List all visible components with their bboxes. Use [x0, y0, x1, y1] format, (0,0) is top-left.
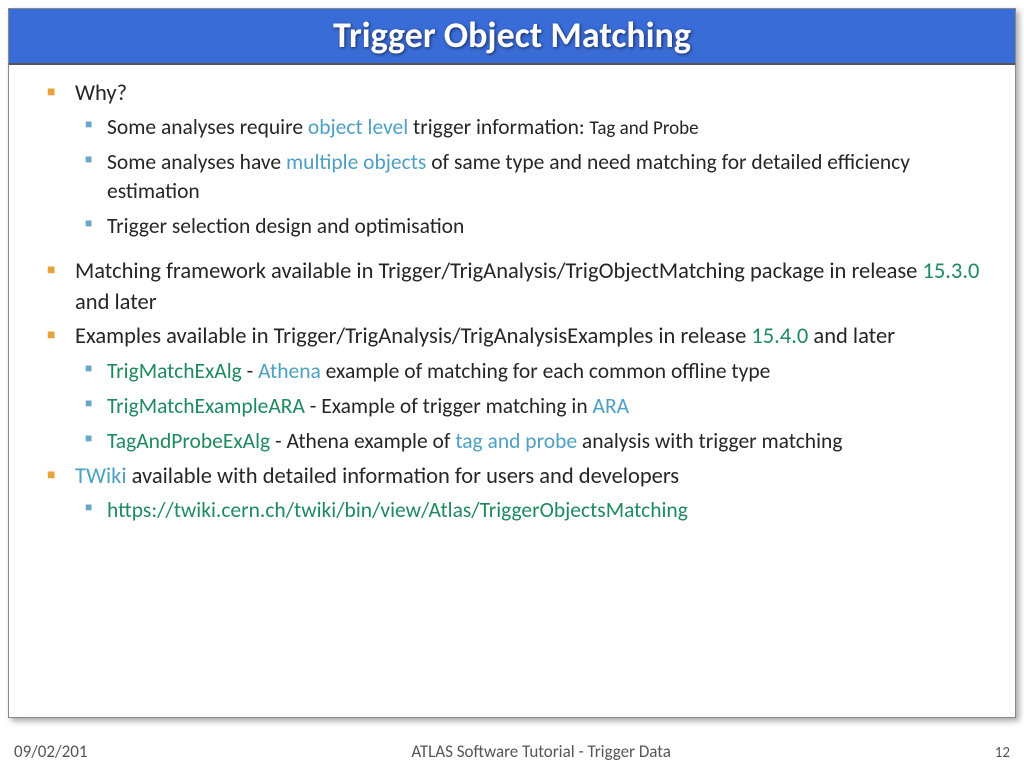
trigmatchexalg-label: TrigMatchExAlg [107, 358, 242, 384]
slide-content: Why? Some analyses require object level … [9, 65, 1015, 545]
bullet-why-sub1: Some analyses require object level trigg… [33, 113, 991, 142]
release-15-3-0: 15.3.0 [922, 258, 979, 285]
tag-and-probe-em: tag and probe [455, 428, 577, 454]
ara-em: ARA [593, 393, 630, 419]
footer-center: ATLAS Software Tutorial - Trigger Data [87, 741, 994, 762]
footer-page-number: 12 [995, 744, 1010, 762]
bullet-examples: Examples available in Trigger/TrigAnalys… [33, 322, 991, 352]
trigmatchexampleara-label: TrigMatchExampleARA [107, 393, 305, 419]
slide-frame: Trigger Object Matching Why? Some analys… [8, 8, 1016, 718]
bullet-trigmatchexalg: TrigMatchExAlg - Athena example of match… [33, 357, 991, 386]
release-15-4-0: 15.4.0 [751, 323, 808, 350]
bullet-why: Why? [33, 79, 991, 109]
bullet-tagandprobeexalg: TagAndProbeExAlg - Athena example of tag… [33, 427, 991, 456]
bullet-why-sub3: Trigger selection design and optimisatio… [33, 212, 991, 241]
tag-probe-tail: Tag and Probe [590, 117, 699, 140]
twiki-url: https://twiki.cern.ch/twiki/bin/view/Atl… [107, 497, 688, 523]
bullet-twiki: TWiki available with detailed informatio… [33, 462, 991, 492]
bullet-twiki-url: https://twiki.cern.ch/twiki/bin/view/Atl… [33, 496, 991, 525]
tagandprobeexalg-label: TagAndProbeExAlg [107, 428, 270, 454]
multiple-objects-em: multiple objects [286, 149, 426, 175]
slide-title: Trigger Object Matching [9, 13, 1015, 57]
bullet-framework: Matching framework available in Trigger/… [33, 257, 991, 318]
bullet-trigmatchexampleara: TrigMatchExampleARA - Example of trigger… [33, 392, 991, 421]
object-level-em: object level [308, 114, 408, 140]
slide-footer: 09/02/201 ATLAS Software Tutorial - Trig… [0, 741, 1024, 762]
twiki-link: TWiki [75, 463, 127, 490]
footer-date: 09/02/201 [14, 741, 87, 762]
athena-em: Athena [258, 358, 321, 384]
bullet-why-sub2: Some analyses have multiple objects of s… [33, 148, 991, 206]
title-bar: Trigger Object Matching [9, 9, 1015, 65]
why-heading: Why? [75, 80, 127, 107]
